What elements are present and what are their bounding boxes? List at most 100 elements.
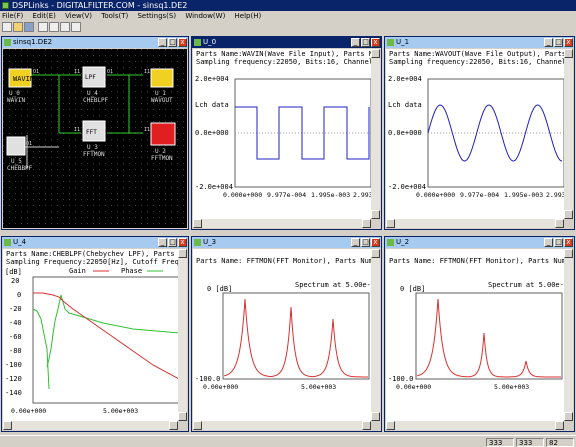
u4-window[interactable]: U_4 _ □ x Parts Name:CHEBLPF(Chebychev LPF… (1, 236, 189, 432)
close-button[interactable]: x (564, 38, 573, 47)
scroll-right-button[interactable] (555, 219, 564, 228)
schematic-canvas[interactable]: WAVIN U_0 WAVIN LPF U_4 CHEBLPF U_1 WAVO… (3, 49, 187, 228)
u3-window[interactable]: U_3 _ □ x Parts Name: FFTMON(FFT Monitor),… (191, 236, 382, 432)
scroll-right-button[interactable] (362, 421, 371, 430)
y-label-zero: 0.0e+000 (195, 129, 229, 137)
menu-tools[interactable]: Tools(T) (101, 12, 128, 20)
y-tick: 0 (17, 291, 21, 299)
schematic-window[interactable]: sinsq1.DE2 _ □ x WAVIN U_0 WAVIN LPF U_4… (1, 36, 189, 230)
minimize-button[interactable]: _ (544, 238, 553, 247)
scroll-left-button[interactable] (3, 421, 12, 430)
scroll-right-button[interactable] (555, 421, 564, 430)
u2-title: U_2 (396, 238, 410, 246)
status-cell: 333 (516, 438, 544, 447)
spectrum-label: Spectrum at 5.00e-00 (488, 281, 564, 289)
scroll-left-button[interactable] (386, 421, 395, 430)
close-button[interactable]: x (371, 238, 380, 247)
maximize-button[interactable]: □ (554, 238, 563, 247)
scroll-left-button[interactable] (193, 421, 202, 430)
minimize-button[interactable]: _ (544, 38, 553, 47)
scroll-left-button[interactable] (386, 219, 395, 228)
x-label: 5.00e+003 (494, 383, 529, 391)
menu-settings[interactable]: Settings(S) (137, 12, 176, 20)
vertical-scrollbar[interactable] (371, 49, 380, 219)
tool-d-icon[interactable] (71, 22, 81, 32)
tool-c-icon[interactable] (60, 22, 70, 32)
scroll-down-button[interactable] (564, 210, 573, 219)
scroll-down-button[interactable] (371, 412, 380, 421)
cheblpf-block-icon-label: LPF (85, 74, 96, 81)
horizontal-scrollbar[interactable] (193, 219, 371, 228)
chebbpf-block[interactable] (6, 136, 26, 156)
wavout-block[interactable] (150, 68, 174, 88)
maximize-button[interactable]: □ (168, 238, 177, 247)
phase-curve (46, 294, 178, 368)
document-icon (4, 239, 11, 246)
u3-spectrum-plot: 0 [dB] Spectrum at 5.00e-00 -100.0 0.00e… (195, 281, 371, 391)
scroll-right-button[interactable] (362, 219, 371, 228)
close-button[interactable]: x (564, 238, 573, 247)
scroll-down-button[interactable] (564, 412, 573, 421)
maximize-button[interactable]: □ (361, 38, 370, 47)
u0-titlebar[interactable]: U_0 _ □ x (192, 37, 381, 48)
vertical-scrollbar[interactable] (564, 249, 573, 421)
minimize-button[interactable]: _ (158, 38, 167, 47)
unit-label: [dB] (5, 268, 22, 276)
scroll-up-button[interactable] (564, 249, 573, 258)
menu-help[interactable]: Help(H) (235, 12, 262, 20)
u2-window[interactable]: U_2 _ □ x Parts Name: FFTMON(FFT Monitor),… (384, 236, 575, 432)
menu-edit[interactable]: Edit(E) (32, 12, 55, 20)
scroll-up-button[interactable] (564, 49, 573, 58)
menu-window[interactable]: Window(W) (185, 12, 225, 20)
maximize-button[interactable]: □ (361, 238, 370, 247)
open-folder-icon[interactable] (13, 22, 23, 32)
menu-view[interactable]: View(V) (65, 12, 92, 20)
maximize-button[interactable]: □ (168, 38, 177, 47)
scroll-down-button[interactable] (371, 210, 380, 219)
document-icon (194, 239, 201, 246)
x-label: 2.993 (546, 191, 564, 199)
horizontal-scrollbar[interactable] (3, 421, 178, 430)
scroll-down-button[interactable] (178, 412, 187, 421)
u1-window[interactable]: U_1 _ □ x Parts Name:WAVOUT(Wave File Outp… (384, 36, 575, 230)
vertical-scrollbar[interactable] (371, 249, 380, 421)
maximize-button[interactable]: □ (554, 38, 563, 47)
gain-curve (33, 292, 178, 380)
horizontal-scrollbar[interactable] (386, 421, 564, 430)
horizontal-scrollbar[interactable] (193, 421, 371, 430)
minimize-button[interactable]: _ (158, 238, 167, 247)
minimize-button[interactable]: _ (351, 238, 360, 247)
u1-titlebar[interactable]: U_1 _ □ x (385, 37, 574, 48)
scroll-left-button[interactable] (193, 219, 202, 228)
scroll-up-button[interactable] (371, 249, 380, 258)
y-tick: -140 (5, 389, 22, 397)
tool-b-icon[interactable] (49, 22, 59, 32)
schematic-titlebar[interactable]: sinsq1.DE2 _ □ x (2, 37, 188, 48)
y-label-channel: Lch data (388, 101, 422, 109)
u3-title: U_3 (203, 238, 217, 246)
close-button[interactable]: x (371, 38, 380, 47)
cheblpf-type: CHEBLPF (83, 97, 109, 104)
scroll-up-button[interactable] (371, 49, 380, 58)
vertical-scrollbar[interactable] (178, 249, 187, 421)
scroll-right-button[interactable] (169, 421, 178, 430)
minimize-button[interactable]: _ (351, 38, 360, 47)
tool-a-icon[interactable] (38, 22, 48, 32)
y-label-top: 0 [dB] (400, 285, 425, 293)
horizontal-scrollbar[interactable] (386, 219, 564, 228)
u0-window[interactable]: U_0 _ □ x Parts Name:WAVIN(Wave File Input… (191, 36, 382, 230)
scroll-up-button[interactable] (178, 249, 187, 258)
close-button[interactable]: x (178, 38, 187, 47)
u2-titlebar[interactable]: U_2 _ □ x (385, 237, 574, 248)
fftmon-u2-block[interactable] (150, 122, 176, 146)
save-disk-icon[interactable] (24, 22, 34, 32)
y-label-zero: 0.0e+000 (388, 129, 422, 137)
u4-titlebar[interactable]: U_4 _ □ x (2, 237, 188, 248)
vertical-scrollbar[interactable] (564, 49, 573, 219)
status-cell: 333 (486, 438, 514, 447)
new-file-icon[interactable] (2, 22, 12, 32)
close-button[interactable]: x (178, 238, 187, 247)
u3-titlebar[interactable]: U_3 _ □ x (192, 237, 381, 248)
y-tick: -100 (5, 361, 22, 369)
menu-file[interactable]: File(F) (2, 12, 23, 20)
